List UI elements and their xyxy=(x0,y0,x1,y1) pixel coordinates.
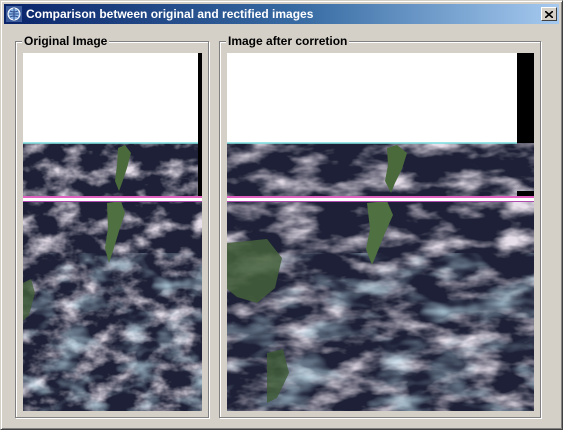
globe-icon xyxy=(6,6,22,22)
close-button[interactable] xyxy=(541,7,557,21)
close-icon xyxy=(545,10,553,18)
corrected-image-group: Image after corretion xyxy=(219,34,541,418)
comparison-window: Comparison between original and rectifie… xyxy=(0,0,563,430)
original-image xyxy=(23,53,202,411)
title-bar[interactable]: Comparison between original and rectifie… xyxy=(4,4,559,24)
corrected-image xyxy=(227,53,534,411)
original-image-label: Original Image xyxy=(22,34,110,48)
window-title: Comparison between original and rectifie… xyxy=(26,7,314,21)
corrected-image-label: Image after corretion xyxy=(226,34,350,48)
original-image-group: Original Image xyxy=(15,34,209,418)
